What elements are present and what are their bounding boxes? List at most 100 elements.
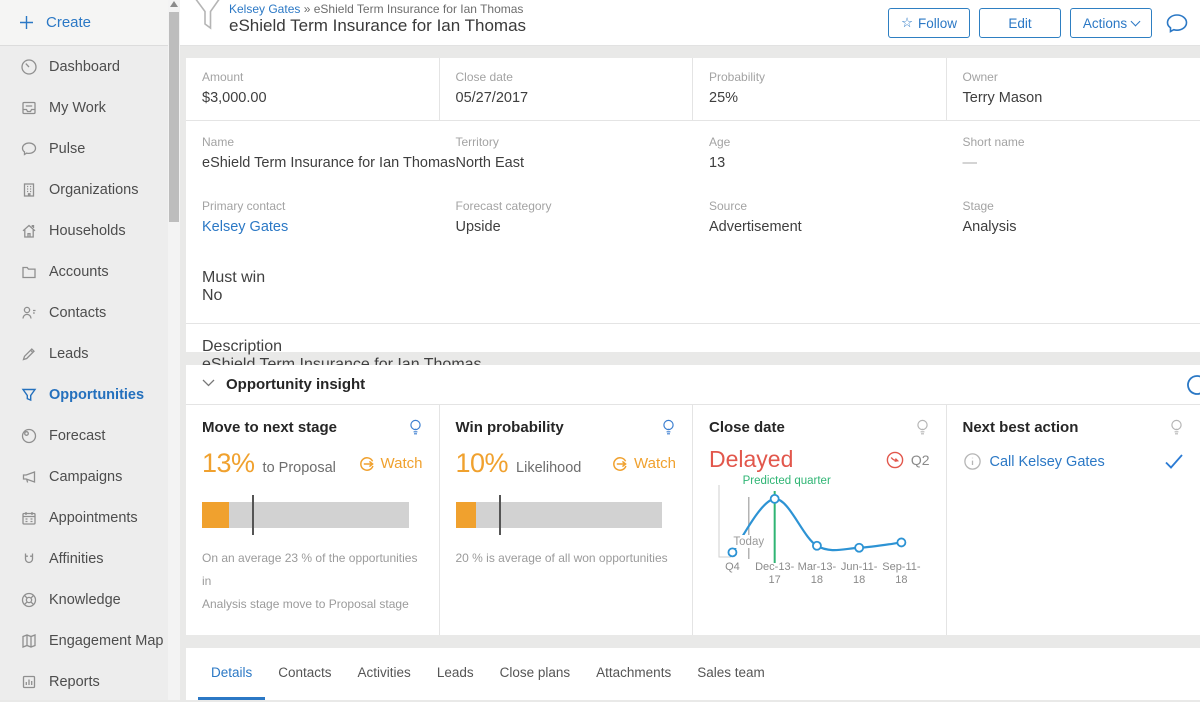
sidebar-item-engagement-map[interactable]: Engagement Map: [0, 620, 180, 661]
stage-caption: On an average 23 % of the opportunities …: [202, 547, 423, 615]
main-area: Kelsey Gates » eShield Term Insurance fo…: [180, 0, 1200, 700]
win-avg-marker: [499, 495, 501, 535]
win-progress-bar: [456, 495, 677, 535]
sidebar-item-contacts[interactable]: Contacts: [0, 292, 180, 333]
sidebar-item-campaigns[interactable]: Campaigns: [0, 456, 180, 497]
sidebar-item-organizations[interactable]: Organizations: [0, 169, 180, 210]
campaigns-icon: [20, 468, 38, 486]
svg-text:Today: Today: [733, 536, 764, 548]
sidebar-item-my-work[interactable]: My Work: [0, 87, 180, 128]
opportunity-insight-panel: Opportunity insight Move to next stage 1…: [186, 365, 1200, 635]
watch-button-stage[interactable]: Watch: [358, 455, 423, 473]
tab-activities[interactable]: Activities: [345, 648, 424, 700]
key-fields-row: Amount $3,000.00 Close date 05/27/2017 P…: [186, 58, 1200, 121]
insight-title: Opportunity insight: [226, 376, 365, 393]
field-age: Age 13: [693, 121, 947, 185]
follow-button[interactable]: ☆ Follow: [888, 8, 970, 38]
close-date-status: Delayed: [709, 446, 793, 473]
forecast-icon: [20, 427, 38, 445]
sidebar-item-households[interactable]: Households: [0, 210, 180, 251]
edit-button[interactable]: Edit: [979, 8, 1061, 38]
chat-bubble-icon[interactable]: [1164, 10, 1190, 36]
sidebar-item-pulse[interactable]: Pulse: [0, 128, 180, 169]
field-source: Source Advertisement: [693, 185, 947, 249]
stage-bar-fill: [202, 502, 229, 528]
primary-contact-link[interactable]: Kelsey Gates: [202, 219, 424, 235]
field-owner: Owner Terry Mason: [947, 58, 1200, 120]
my-work-icon: [20, 99, 38, 117]
sidebar-item-knowledge[interactable]: Knowledge: [0, 579, 180, 620]
stage-progress-bar: [202, 495, 423, 535]
sidebar-scrollbar[interactable]: [168, 0, 180, 700]
detail-fields-grid: Name eShield Term Insurance for Ian Thom…: [186, 121, 1200, 249]
tab-leads[interactable]: Leads: [424, 648, 487, 700]
scrollbar-thumb[interactable]: [169, 12, 179, 222]
tab-attachments[interactable]: Attachments: [583, 648, 684, 700]
win-bar-fill: [456, 502, 477, 528]
tab-sales-team[interactable]: Sales team: [684, 648, 778, 700]
breadcrumb-parent-link[interactable]: Kelsey Gates: [229, 2, 300, 16]
sidebar-item-leads[interactable]: Leads: [0, 333, 180, 374]
field-stage: Stage Analysis: [947, 185, 1200, 249]
opportunity-funnel-icon: [193, 0, 223, 35]
svg-text:Sep-11-: Sep-11-: [882, 561, 921, 573]
page-title: eShield Term Insurance for Ian Thomas: [229, 16, 526, 36]
svg-text:Mar-13-: Mar-13-: [798, 561, 837, 573]
field-probability: Probability 25%: [693, 58, 947, 120]
breadcrumb-separator: »: [304, 2, 311, 16]
record-tabs-panel: Details Contacts Activities Leads Close …: [186, 648, 1200, 700]
sidebar-item-reports[interactable]: Reports: [0, 661, 180, 702]
field-short-name: Short name —: [947, 121, 1200, 185]
sidebar-item-appointments[interactable]: Appointments: [0, 497, 180, 538]
breadcrumb-current: eShield Term Insurance for Ian Thomas: [314, 2, 524, 16]
star-icon: ☆: [901, 15, 913, 31]
watch-button-win[interactable]: Watch: [611, 455, 676, 473]
delayed-trend-icon: [885, 450, 905, 470]
contacts-icon: [20, 304, 38, 322]
create-label: Create: [46, 14, 91, 31]
field-close-date: Close date 05/27/2017: [440, 58, 694, 120]
leads-icon: [20, 345, 38, 363]
lightbulb-icon[interactable]: [408, 419, 423, 438]
knowledge-icon: [20, 591, 38, 609]
refresh-icon[interactable]: [1185, 373, 1200, 397]
households-icon: [20, 222, 38, 240]
sidebar: Create Dashboard My Work Pulse Organizat…: [0, 0, 180, 700]
sidebar-item-affinities[interactable]: Affinities: [0, 538, 180, 579]
tab-contacts[interactable]: Contacts: [265, 648, 344, 700]
sidebar-item-opportunities[interactable]: Opportunities: [0, 374, 180, 415]
fields-panel: Amount $3,000.00 Close date 05/27/2017 P…: [186, 58, 1200, 352]
check-icon[interactable]: [1164, 453, 1184, 470]
field-primary-contact: Primary contact Kelsey Gates: [186, 185, 440, 249]
tab-close-plans[interactable]: Close plans: [487, 648, 584, 700]
lightbulb-icon[interactable]: [661, 419, 676, 438]
field-name: Name eShield Term Insurance for Ian Thom…: [186, 121, 440, 185]
svg-text:18: 18: [811, 574, 823, 586]
affinities-icon: [20, 550, 38, 568]
next-action-link[interactable]: Call Kelsey Gates: [990, 454, 1105, 470]
svg-text:Dec-13-: Dec-13-: [755, 561, 794, 573]
win-percent: 10%: [456, 448, 509, 479]
sidebar-item-forecast[interactable]: Forecast: [0, 415, 180, 456]
collapse-chevron-icon[interactable]: [202, 379, 215, 387]
pulse-icon: [20, 140, 38, 158]
svg-text:17: 17: [769, 574, 781, 586]
stage-percent: 13%: [202, 448, 255, 479]
scroll-up-icon[interactable]: [170, 1, 178, 7]
svg-text:Jun-11-: Jun-11-: [841, 561, 878, 573]
record-header: Kelsey Gates » eShield Term Insurance fo…: [180, 0, 1200, 46]
field-territory: Territory North East: [440, 121, 694, 185]
tab-details[interactable]: Details: [198, 648, 265, 700]
engagement-map-icon: [20, 632, 38, 650]
sidebar-item-dashboard[interactable]: Dashboard: [0, 46, 180, 87]
field-amount: Amount $3,000.00: [186, 58, 440, 120]
chevron-down-icon: [1131, 16, 1141, 26]
breadcrumb: Kelsey Gates » eShield Term Insurance fo…: [229, 2, 523, 16]
sidebar-item-accounts[interactable]: Accounts: [0, 251, 180, 292]
plus-icon: [19, 15, 34, 30]
create-button[interactable]: Create: [0, 0, 180, 46]
lightbulb-icon[interactable]: [1169, 419, 1184, 438]
lightbulb-icon[interactable]: [915, 419, 930, 438]
info-icon[interactable]: [963, 452, 982, 471]
actions-button[interactable]: Actions: [1070, 8, 1152, 38]
